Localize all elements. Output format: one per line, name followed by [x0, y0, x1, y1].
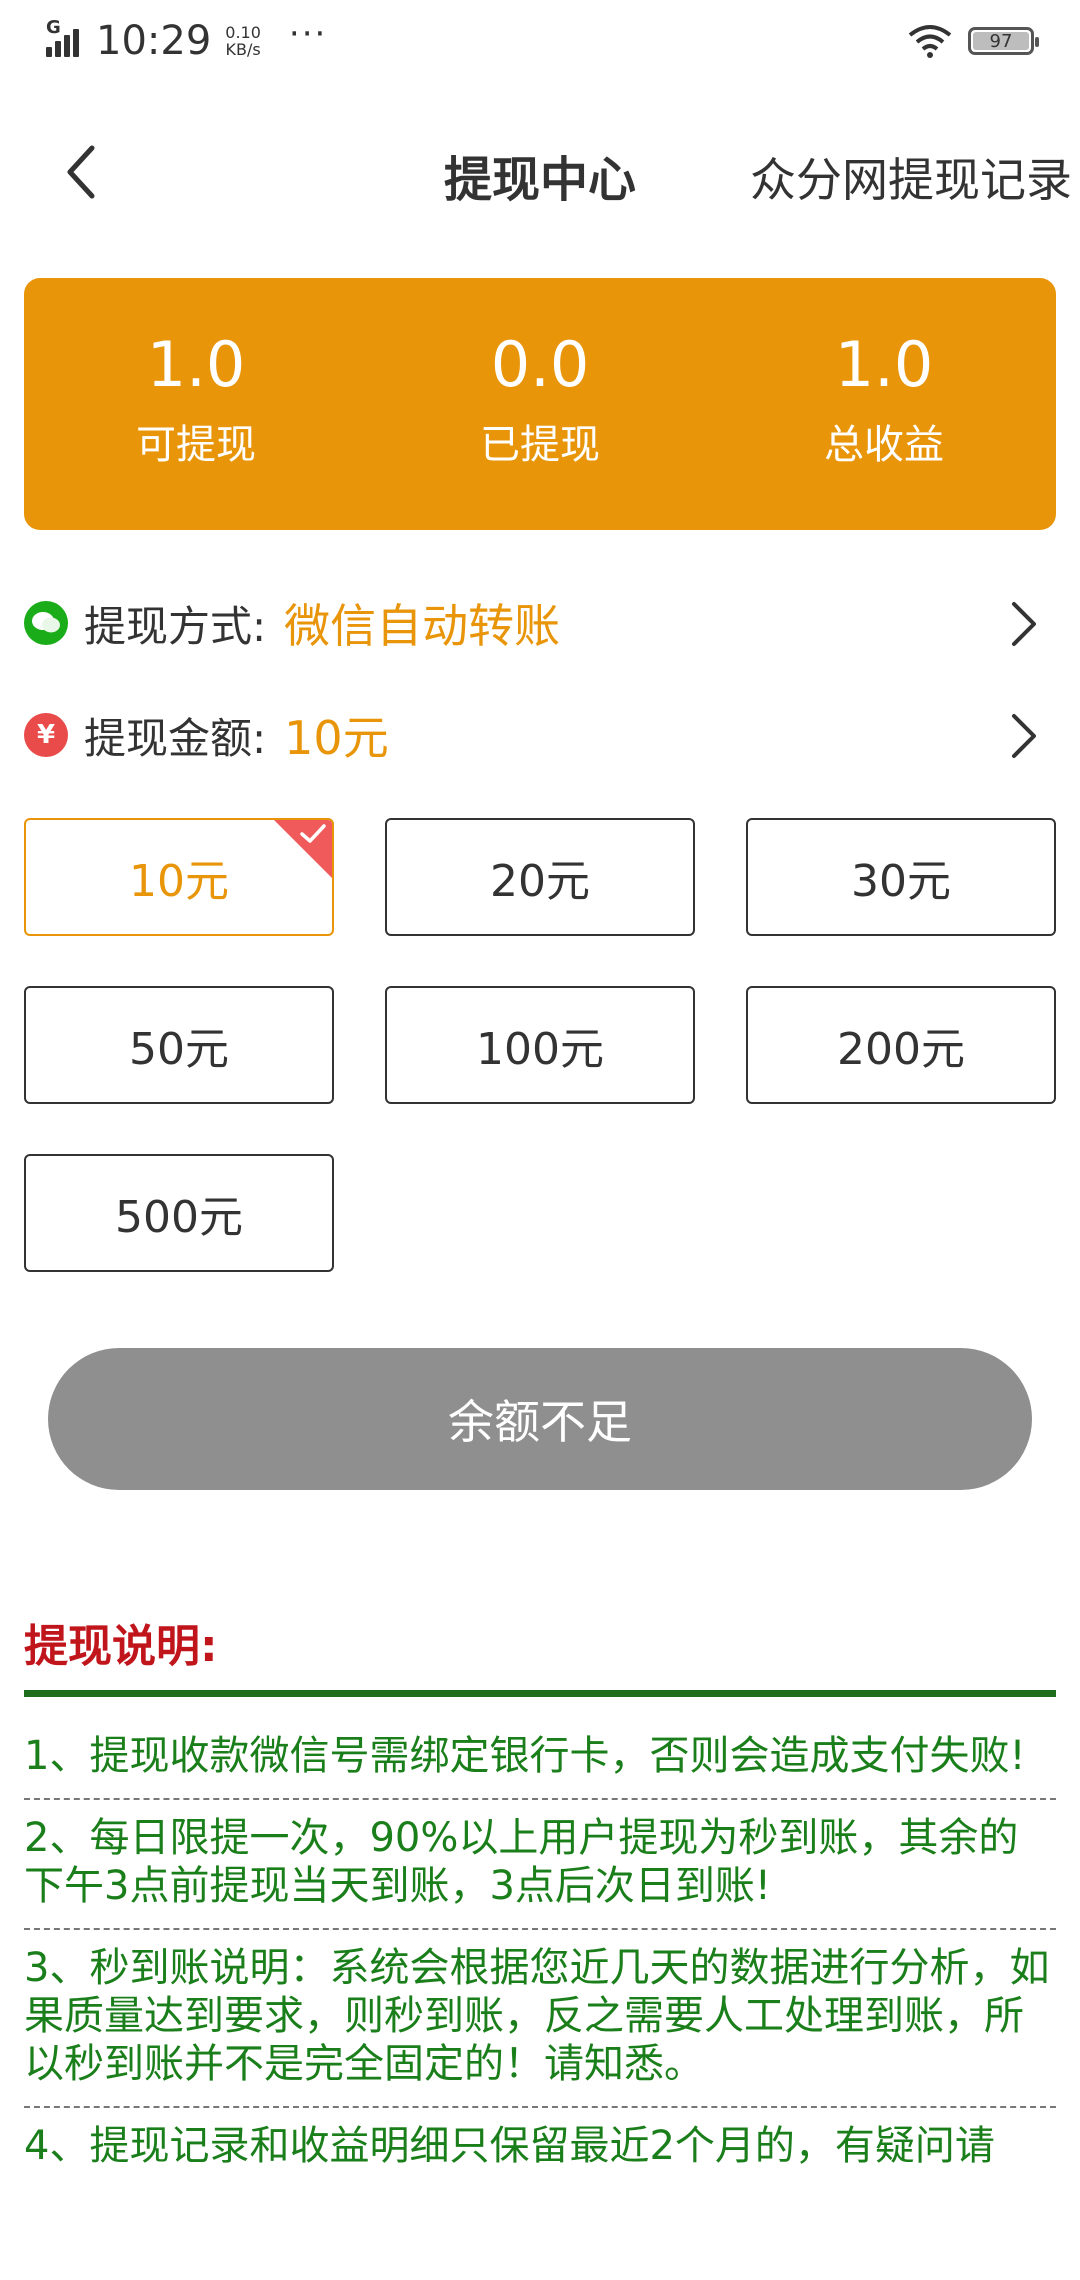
withdraw-amount-row[interactable]: ¥ 提现金额: 10元 [24, 690, 1056, 780]
chevron-right-icon [1012, 602, 1036, 646]
amount-option-label: 500元 [115, 1192, 243, 1243]
withdraw-method-label: 提现方式: [84, 601, 267, 651]
withdraw-record-link[interactable]: 众分网提现记录 [750, 144, 1072, 210]
stat-value: 1.0 [834, 328, 934, 401]
instruction-item: 2、每日限提一次，90%以上用户提现为秒到账，其余的下午3点前提现当天到账，3点… [24, 1800, 1056, 1930]
instruction-item: 3、秒到账说明：系统会根据您近几天的数据进行分析，如果质量达到要求，则秒到账，反… [24, 1930, 1056, 2108]
stat-withdrawable: 1.0 可提现 [24, 278, 368, 530]
instructions-divider [24, 1690, 1056, 1697]
wifi-icon [908, 25, 952, 58]
amount-option-30[interactable]: 30元 [746, 818, 1056, 936]
speed-unit: KB/s [225, 40, 261, 59]
balance-summary-card: 1.0 可提现 0.0 已提现 1.0 总收益 [24, 278, 1056, 530]
status-bar: G 10:29 0.10 KB/s ··· 97 [0, 0, 1080, 84]
instructions-title: 提现说明: [24, 1621, 218, 1672]
amount-option-label: 100元 [476, 1024, 604, 1075]
status-time: 10:29 [96, 18, 212, 64]
amount-option-label: 10元 [129, 856, 229, 907]
submit-withdraw-button[interactable]: 余额不足 [48, 1348, 1032, 1490]
amount-option-10[interactable]: 10元 [24, 818, 334, 936]
cellular-signal-icon: G [46, 17, 86, 61]
stat-withdrawn: 0.0 已提现 [368, 278, 712, 530]
amount-option-label: 30元 [851, 856, 951, 907]
withdraw-method-row[interactable]: 提现方式: 微信自动转账 [24, 578, 1056, 668]
speed-value: 0.10 [225, 23, 261, 42]
battery-level: 97 [989, 30, 1013, 52]
amount-option-label: 200元 [837, 1024, 965, 1075]
instructions-list: 1、提现收款微信号需绑定银行卡，否则会造成支付失败! 2、每日限提一次，90%以… [24, 1718, 1056, 2188]
instruction-item: 1、提现收款微信号需绑定银行卡，否则会造成支付失败! [24, 1718, 1056, 1800]
check-icon [300, 824, 326, 843]
amount-option-label: 50元 [129, 1024, 229, 1075]
amount-option-100[interactable]: 100元 [385, 986, 695, 1104]
withdraw-amount-value: 10元 [284, 711, 389, 765]
wechat-icon [24, 601, 68, 645]
yuan-icon: ¥ [24, 713, 68, 757]
amount-option-label: 20元 [490, 856, 590, 907]
withdraw-amount-label: 提现金额: [84, 713, 267, 763]
amount-option-50[interactable]: 50元 [24, 986, 334, 1104]
battery-icon: 97 [968, 27, 1039, 55]
stat-label: 总收益 [824, 422, 944, 468]
amount-option-20[interactable]: 20元 [385, 818, 695, 936]
network-speed: 0.10 KB/s [225, 24, 261, 58]
yuan-symbol: ¥ [36, 720, 56, 750]
instruction-item: 4、提现记录和收益明细只保留最近2个月的，有疑问请 [24, 2123, 995, 2169]
stat-value: 0.0 [490, 328, 590, 401]
stat-label: 已提现 [480, 422, 600, 468]
network-type: G [46, 17, 61, 38]
amount-option-200[interactable]: 200元 [746, 986, 1056, 1104]
stat-label: 可提现 [136, 422, 256, 468]
amount-option-500[interactable]: 500元 [24, 1154, 334, 1272]
stat-value: 1.0 [146, 328, 246, 401]
more-notifications-icon: ··· [288, 14, 328, 54]
stat-total-income: 1.0 总收益 [712, 278, 1056, 530]
header: 提现中心 众分网提现记录 [0, 110, 1080, 230]
chevron-right-icon [1012, 714, 1036, 758]
withdraw-method-value: 微信自动转账 [284, 599, 561, 653]
